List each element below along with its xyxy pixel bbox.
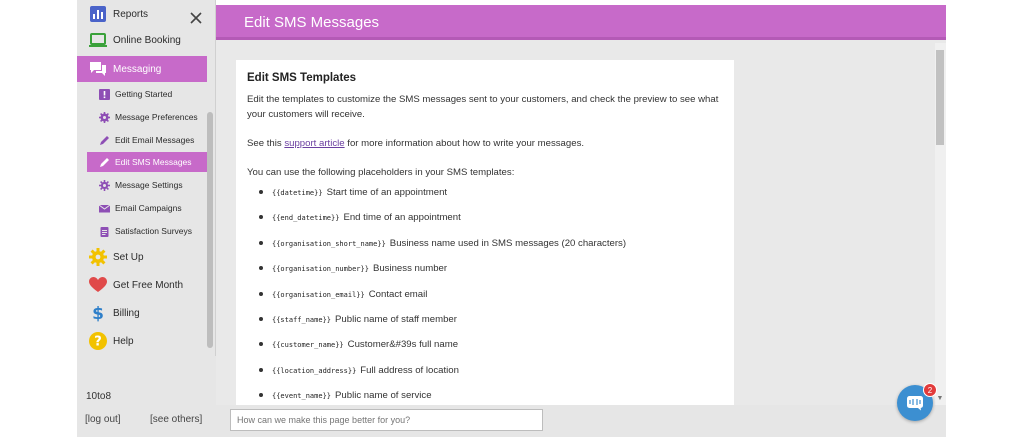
sidebar-item-label: Reports xyxy=(113,8,149,20)
placeholder-item: {{location_address}} Full address of loca… xyxy=(247,362,723,387)
dollar-icon: $ xyxy=(89,304,107,322)
sidebar-item-label: Satisfaction Surveys xyxy=(115,226,193,236)
sidebar-item-email-campaigns[interactable]: Email Campaigns xyxy=(77,198,207,218)
chat-icon xyxy=(907,396,923,411)
sidebar: Reports Online Booking Messaging Getting… xyxy=(77,0,216,437)
sidebar-item-messaging[interactable]: Messaging xyxy=(77,56,207,82)
sidebar-item-get-free-month[interactable]: Get Free Month xyxy=(77,272,207,298)
sidebar-item-label: Online Booking xyxy=(113,34,181,46)
alert-icon xyxy=(99,88,110,100)
gear-icon xyxy=(89,248,107,266)
placeholder-desc: Contact email xyxy=(368,288,428,300)
sidebar-item-set-up[interactable]: Set Up xyxy=(77,244,207,270)
support-text-prefix: See this xyxy=(247,138,285,149)
clipboard-icon xyxy=(99,226,110,237)
placeholder-code: {{organisation_short_name}} xyxy=(272,239,386,248)
laptop-icon xyxy=(89,31,107,49)
placeholder-desc: Full address of location xyxy=(360,364,459,376)
pencil-icon xyxy=(99,157,110,168)
svg-text:?: ? xyxy=(94,335,102,350)
sidebar-item-label: Edit SMS Messages xyxy=(115,157,192,167)
support-text-suffix: for more information about how to write … xyxy=(344,138,585,149)
sidebar-nav: Reports Online Booking Messaging Getting… xyxy=(77,0,216,356)
feedback-bar xyxy=(216,405,946,437)
intro-text: Edit the templates to customize the SMS … xyxy=(247,94,719,120)
sidebar-scrollbar[interactable] xyxy=(207,112,213,348)
placeholder-code: {{customer_name}} xyxy=(272,341,344,350)
placeholder-desc: Public name of staff member xyxy=(335,313,457,325)
logout-link[interactable]: [log out] xyxy=(85,414,121,425)
placeholder-code: {{end_datetime}} xyxy=(272,214,340,223)
page-header: Edit SMS Messages xyxy=(216,5,946,40)
main-content: Edit SMS Templates Edit the templates to… xyxy=(216,40,946,405)
card-heading: Edit SMS Templates xyxy=(247,72,357,84)
placeholder-item: {{customer_name}} Customer&#39s full name xyxy=(247,336,723,361)
app-window: Reports Online Booking Messaging Getting… xyxy=(77,0,946,437)
placeholder-code: {{location_address}} xyxy=(272,366,357,375)
sidebar-item-label: Message Settings xyxy=(115,180,183,190)
organisation-name: 10to8 xyxy=(86,391,112,402)
close-icon xyxy=(190,12,202,24)
support-text: See this support article for more inform… xyxy=(247,136,723,151)
sidebar-item-edit-sms-messages[interactable]: Edit SMS Messages xyxy=(87,152,207,172)
placeholder-item: {{organisation_number}} Business number xyxy=(247,260,723,285)
sms-templates-card: Edit SMS Templates Edit the templates to… xyxy=(236,60,734,405)
sidebar-item-billing[interactable]: $ Billing xyxy=(77,300,207,326)
sidebar-item-label: Edit Email Messages xyxy=(115,135,195,145)
placeholder-desc: Business number xyxy=(372,263,448,275)
sidebar-item-message-settings[interactable]: Message Settings xyxy=(77,175,207,195)
placeholder-desc: Start time of an appointment xyxy=(326,187,448,198)
close-sidebar-button[interactable] xyxy=(188,10,204,26)
main-scrollbar-thumb[interactable] xyxy=(936,50,944,145)
sidebar-item-label: Get Free Month xyxy=(113,279,184,291)
placeholder-item: {{end_datetime}} End time of an appointme… xyxy=(247,209,723,234)
bar-chart-icon xyxy=(89,5,107,23)
sidebar-item-edit-email-messages[interactable]: Edit Email Messages xyxy=(77,130,207,150)
page-title: Edit SMS Messages xyxy=(244,14,380,31)
placeholder-code: {{organisation_email}} xyxy=(272,290,365,299)
sidebar-item-label: Messaging xyxy=(113,63,162,75)
placeholder-code: {{staff_name}} xyxy=(272,315,332,324)
sidebar-item-getting-started[interactable]: Getting Started xyxy=(77,84,207,104)
gear-icon xyxy=(99,179,110,191)
sidebar-item-label: Set Up xyxy=(113,251,144,263)
placeholders-intro: You can use the following placeholders i… xyxy=(247,167,515,178)
chat-unread-badge: 2 xyxy=(923,383,937,397)
sidebar-item-online-booking[interactable]: Online Booking xyxy=(77,27,207,53)
sidebar-item-label: Getting Started xyxy=(115,89,173,99)
see-others-link[interactable]: [see others] xyxy=(150,414,202,425)
placeholder-item: {{event_name}} Public name of service xyxy=(247,387,723,405)
placeholder-desc: Business name used in SMS messages (20 c… xyxy=(389,237,627,249)
sidebar-item-message-preferences[interactable]: Message Preferences xyxy=(77,107,207,127)
sidebar-footer: 10to8 [log out] [see others] xyxy=(77,356,216,437)
sidebar-item-label: Billing xyxy=(113,307,140,319)
placeholder-desc: Public name of service xyxy=(335,390,432,402)
placeholder-item: {{staff_name}} Public name of staff membe… xyxy=(247,311,723,336)
heart-icon xyxy=(89,276,107,294)
sidebar-item-label: Message Preferences xyxy=(115,112,198,122)
question-icon: ? xyxy=(89,332,107,350)
placeholder-code: {{organisation_number}} xyxy=(272,265,369,274)
placeholder-code: {{event_name}} xyxy=(272,392,332,401)
support-article-link[interactable]: support article xyxy=(284,138,344,149)
placeholder-item: {{organisation_email}} Contact email xyxy=(247,286,723,311)
placeholder-item: {{organisation_short_name}} Business name… xyxy=(247,235,723,260)
feedback-input[interactable] xyxy=(230,409,543,431)
envelope-icon xyxy=(99,203,110,214)
sidebar-item-label: Email Campaigns xyxy=(115,203,182,213)
scroll-down-arrow-icon[interactable]: ▼ xyxy=(936,395,944,403)
gear-icon xyxy=(99,111,110,123)
chat-icon xyxy=(89,60,107,78)
placeholder-list: {{datetime}} Start time of an appointment… xyxy=(247,184,723,405)
sidebar-item-label: Help xyxy=(113,335,134,347)
svg-text:$: $ xyxy=(92,304,104,322)
placeholder-item: {{datetime}} Start time of an appointment xyxy=(247,184,723,209)
sidebar-item-satisfaction-surveys[interactable]: Satisfaction Surveys xyxy=(77,221,207,241)
sidebar-item-help[interactable]: ? Help xyxy=(77,328,207,354)
placeholder-desc: End time of an appointment xyxy=(343,212,461,224)
pencil-icon xyxy=(99,135,110,146)
placeholder-desc: Customer&#39s full name xyxy=(347,339,459,351)
main-scrollbar[interactable]: ▼ xyxy=(935,43,946,405)
placeholder-code: {{datetime}} xyxy=(272,189,323,197)
